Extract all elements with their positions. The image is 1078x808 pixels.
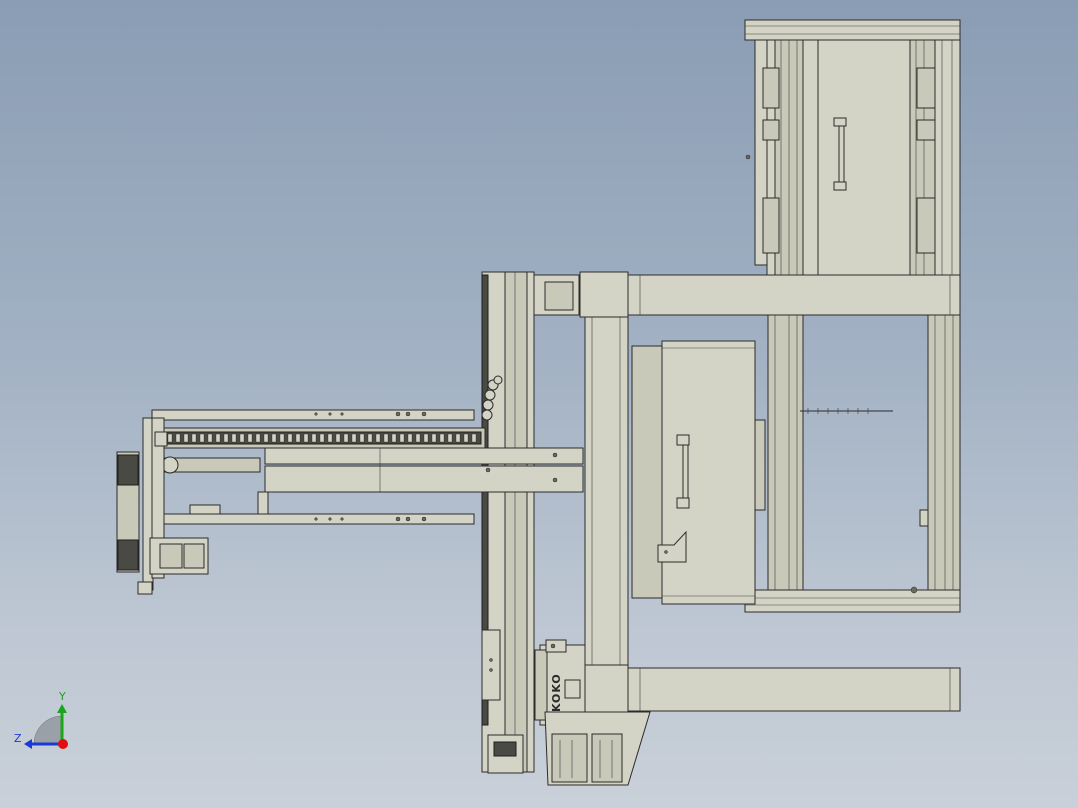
rack-tooth — [247, 433, 253, 443]
rack-tooth — [455, 433, 461, 443]
brand-logo: KOKO — [550, 673, 563, 712]
rack-tooth — [231, 433, 237, 443]
rack-tooth — [167, 433, 173, 443]
bottom-gearbox — [544, 711, 651, 786]
rack-tooth — [415, 433, 421, 443]
rack-tooth — [423, 433, 429, 443]
rack-tooth — [311, 433, 317, 443]
rack-tooth — [407, 433, 413, 443]
rack-tooth — [271, 433, 277, 443]
rack-tooth — [399, 433, 405, 443]
middle-cabinet — [631, 340, 766, 605]
lower-frame — [744, 314, 961, 613]
rack-tooth — [319, 433, 325, 443]
rack-tooth — [295, 433, 301, 443]
rack-tooth — [199, 433, 205, 443]
upper-cabinet — [744, 19, 961, 276]
origin-point — [58, 739, 68, 749]
rack-tooth — [327, 433, 333, 443]
rack-tooth — [431, 433, 437, 443]
vertical-column — [579, 271, 629, 714]
rack-tooth — [215, 433, 221, 443]
assembly-drawing: KOKO Y Z — [14, 19, 961, 786]
z-axis-label: Z — [14, 732, 22, 745]
rack-tooth — [207, 433, 213, 443]
rack-gear — [164, 431, 482, 445]
rack-tooth — [175, 433, 181, 443]
rack-tooth — [303, 433, 309, 443]
rack-tooth — [383, 433, 389, 443]
rack-tooth — [359, 433, 365, 443]
rack-tooth — [287, 433, 293, 443]
rack-tooth — [343, 433, 349, 443]
rack-tooth — [439, 433, 445, 443]
rack-tooth — [463, 433, 469, 443]
cad-viewport[interactable]: KOKO Y Z — [0, 0, 1078, 808]
rack-tooth — [367, 433, 373, 443]
rack-tooth — [471, 433, 477, 443]
rack-tooth — [375, 433, 381, 443]
rack-tooth — [183, 433, 189, 443]
rack-tooth — [255, 433, 261, 443]
rack-tooth — [391, 433, 397, 443]
rack-tooth — [191, 433, 197, 443]
y-axis-label: Y — [58, 690, 66, 703]
rack-tooth — [263, 433, 269, 443]
rack-tooth — [335, 433, 341, 443]
rack-tooth — [239, 433, 245, 443]
axis-triad[interactable]: Y Z — [14, 690, 68, 749]
rack-tooth — [447, 433, 453, 443]
rack-tooth — [351, 433, 357, 443]
rack-tooth — [279, 433, 285, 443]
rack-tooth — [223, 433, 229, 443]
